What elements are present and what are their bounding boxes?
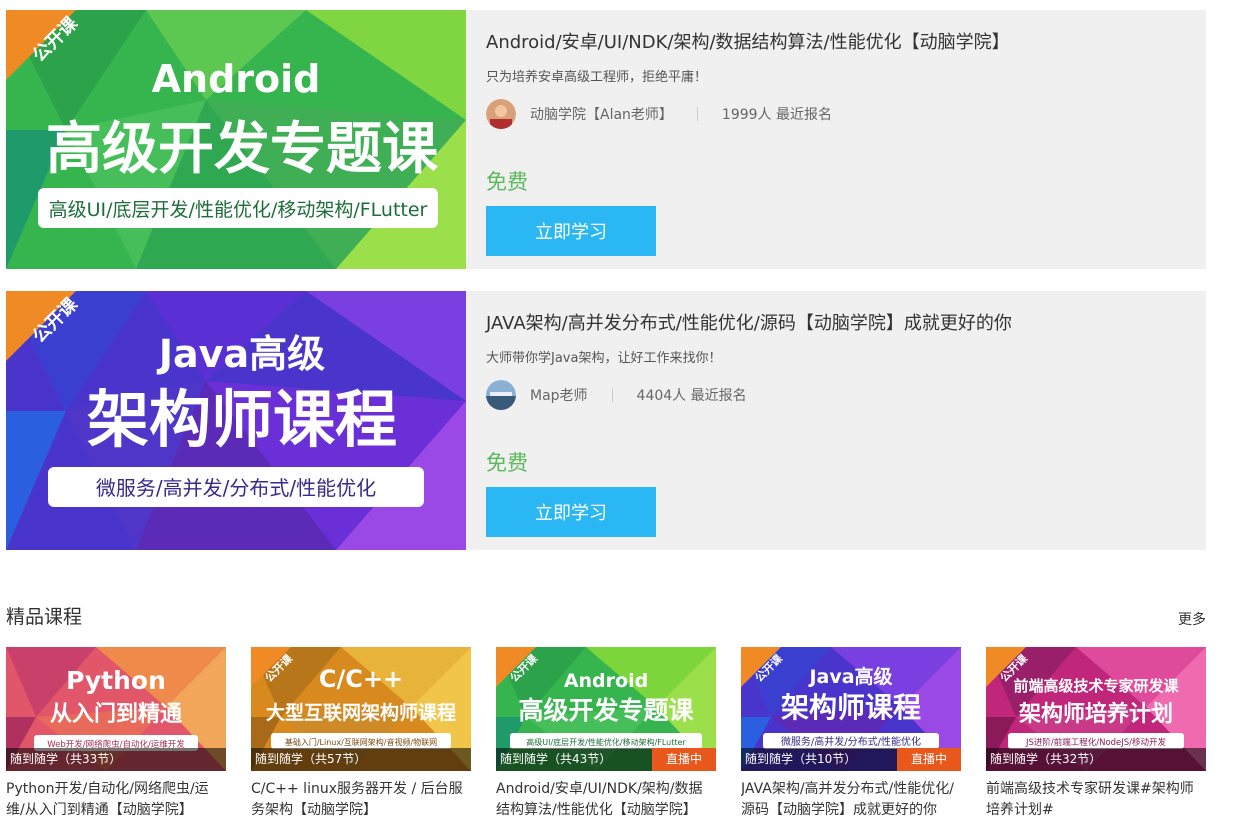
divider xyxy=(611,388,613,402)
start-learning-button[interactable]: 立即学习 xyxy=(486,487,656,537)
course-card[interactable]: 公开课 Android 高级开发专题课 高级UI/底层开发/性能优化/移动架构/… xyxy=(496,647,716,823)
section-title: 精品课程 xyxy=(6,606,83,628)
course-thumbnail[interactable]: 公开课 Java高级 架构师课程 微服务/高并发/分布式/性能优化 随到随学（共… xyxy=(741,647,961,771)
banner-line2: 高级开发专题课 xyxy=(46,117,439,182)
course-card[interactable]: 公开课 C/C++ 大型互联网架构师课程 基础入门/Linux/互联网架构/音视… xyxy=(251,647,471,823)
course-thumbnail[interactable]: 公开课 Android 高级开发专题课 高级UI/底层开发/性能优化/移动架构/… xyxy=(496,647,716,771)
course-price: 免费 xyxy=(486,451,528,475)
banner-tagline: 微服务/高并发/分布式/性能优化 xyxy=(96,476,376,500)
thumb-line2: 从入门到精通 xyxy=(50,701,182,727)
thumb-tagline: 微服务/高并发/分布式/性能优化 xyxy=(781,735,921,748)
course-info: Android/安卓/UI/NDK/架构/数据结构算法/性能优化【动脑学院】 只… xyxy=(486,10,1206,269)
divider xyxy=(696,107,698,121)
enroll-count: 1999人 最近报名 xyxy=(721,107,833,123)
lesson-count-ribbon: 随到随学（共57节） xyxy=(251,748,471,771)
course-banner-image[interactable]: 公开课 Java高级 架构师课程 微服务/高并发/分布式/性能优化 xyxy=(6,291,466,550)
course-name[interactable]: Python开发/自动化/网络爬虫/运维/从入门到精通【动脑学院】 xyxy=(6,779,226,823)
teacher-name[interactable]: 动脑学院【Alan老师】 xyxy=(530,104,673,124)
thumb-tagline: 基础入门/Linux/互联网架构/音视频/物联网 xyxy=(285,737,437,747)
banner-line1: Java高级 xyxy=(156,332,325,376)
course-title[interactable]: JAVA架构/高并发分布式/性能优化/源码【动脑学院】成就更好的你 xyxy=(486,309,1012,335)
course-thumbnail[interactable]: 公开课 前端高级技术专家研发课 架构师培养计划 JS进阶/前端工程化/NodeJ… xyxy=(986,647,1206,771)
course-info: JAVA架构/高并发分布式/性能优化/源码【动脑学院】成就更好的你 大师带你学J… xyxy=(486,291,1206,550)
banner-graphic: 公开课 Java高级 架构师课程 微服务/高并发/分布式/性能优化 xyxy=(6,291,466,550)
thumb-line1: Python xyxy=(66,666,166,695)
course-subtitle: 只为培养安卓高级工程师，拒绝平庸！ xyxy=(486,70,708,85)
thumb-line1: Java高级 xyxy=(807,665,892,688)
course-price: 免费 xyxy=(486,170,528,194)
course-name[interactable]: 前端高级技术专家研发课#架构师培养计划# xyxy=(986,779,1206,823)
live-badge: 直播中 xyxy=(652,748,716,771)
thumb-line2: 架构师课程 xyxy=(781,691,921,724)
banner-tagline: 高级UI/底层开发/性能优化/移动架构/FLutter xyxy=(49,199,428,221)
live-badge: 直播中 xyxy=(897,748,961,771)
course-thumbnail[interactable]: Python 从入门到精通 Web开发/网络爬虫/自动化/运维开发 随到随学（共… xyxy=(6,647,226,771)
thumb-line2: 架构师培养计划 xyxy=(1019,701,1173,727)
course-name[interactable]: JAVA架构/高并发分布式/性能优化/源码【动脑学院】成就更好的你 xyxy=(741,779,961,823)
course-name[interactable]: Android/安卓/UI/NDK/架构/数据结构算法/性能优化【动脑学院】 xyxy=(496,779,716,823)
course-name[interactable]: C/C++ linux服务器开发 / 后台服务架构【动脑学院】 xyxy=(251,779,471,823)
thumb-line1: C/C++ xyxy=(319,665,403,693)
more-link[interactable]: 更多 xyxy=(1178,609,1206,629)
course-card[interactable]: 公开课 Java高级 架构师课程 微服务/高并发/分布式/性能优化 随到随学（共… xyxy=(741,647,961,823)
course-card[interactable]: 公开课 前端高级技术专家研发课 架构师培养计划 JS进阶/前端工程化/NodeJ… xyxy=(986,647,1206,823)
thumb-line1: 前端高级技术专家研发课 xyxy=(1013,677,1179,695)
teacher-row: 动脑学院【Alan老师】 1999人 最近报名 xyxy=(486,98,832,130)
thumb-tagline: 高级UI/底层开发/性能优化/移动架构/FLutter xyxy=(526,737,686,747)
lesson-count-ribbon: 随到随学（共32节） xyxy=(986,748,1206,771)
banner-graphic: 公开课 Android 高级开发专题课 高级UI/底层开发/性能优化/移动架构/… xyxy=(6,10,466,269)
featured-course-card[interactable]: 公开课 Java高级 架构师课程 微服务/高并发/分布式/性能优化 JAVA架构… xyxy=(6,291,1206,550)
course-title[interactable]: Android/安卓/UI/NDK/架构/数据结构算法/性能优化【动脑学院】 xyxy=(486,28,1010,54)
teacher-avatar xyxy=(486,380,516,410)
lesson-count-ribbon: 随到随学（共33节） xyxy=(6,748,226,771)
featured-course-card[interactable]: 公开课 Android 高级开发专题课 高级UI/底层开发/性能优化/移动架构/… xyxy=(6,10,1206,269)
enroll-count: 4404人 最近报名 xyxy=(636,388,747,404)
thumb-tagline: JS进阶/前端工程化/NodeJS/移动开发 xyxy=(1025,737,1167,748)
teacher-avatar xyxy=(486,99,516,129)
thumb-line2: 大型互联网架构师课程 xyxy=(266,701,456,724)
course-subtitle: 大师带你学Java架构，让好工作来找你！ xyxy=(486,351,722,366)
thumb-line2: 高级开发专题课 xyxy=(518,696,694,725)
thumb-line1: Android xyxy=(564,670,648,692)
banner-line2: 架构师课程 xyxy=(87,383,397,456)
teacher-name[interactable]: Map老师 xyxy=(530,385,588,405)
banner-line1: Android xyxy=(152,57,321,101)
course-thumbnail[interactable]: 公开课 C/C++ 大型互联网架构师课程 基础入门/Linux/互联网架构/音视… xyxy=(251,647,471,771)
course-card[interactable]: Python 从入门到精通 Web开发/网络爬虫/自动化/运维开发 随到随学（共… xyxy=(6,647,226,823)
course-banner-image[interactable]: 公开课 Android 高级开发专题课 高级UI/底层开发/性能优化/移动架构/… xyxy=(6,10,466,269)
teacher-row: Map老师 4404人 最近报名 xyxy=(486,379,747,411)
start-learning-button[interactable]: 立即学习 xyxy=(486,206,656,256)
